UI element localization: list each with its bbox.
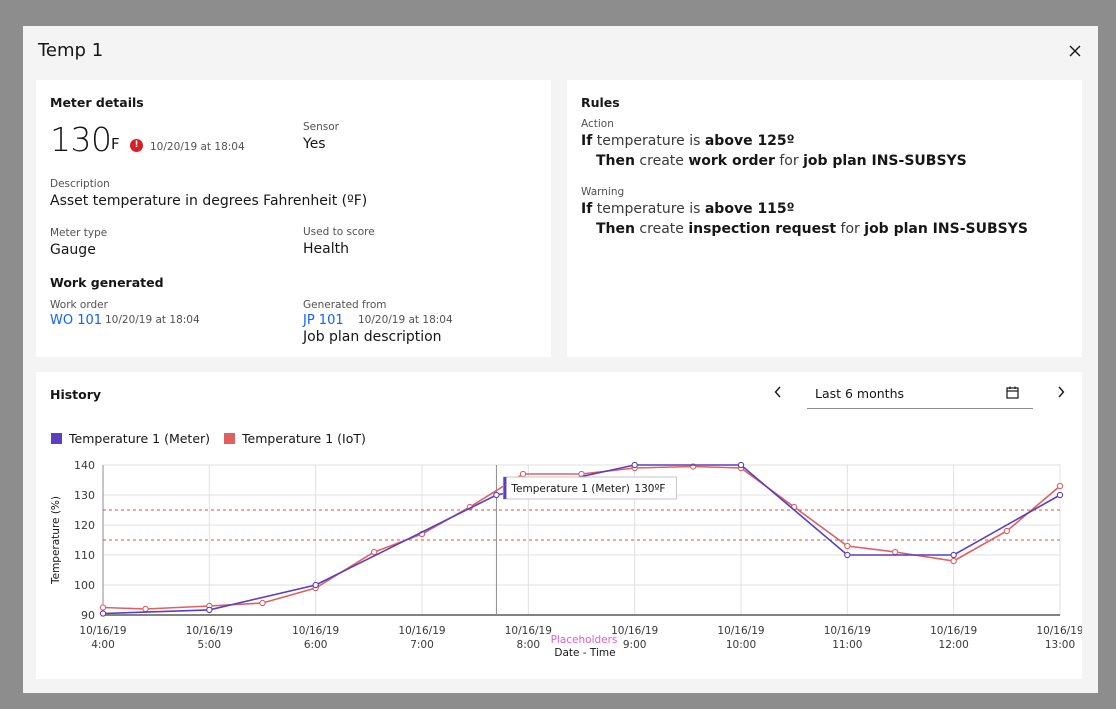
sensor-label: Sensor: [303, 121, 339, 133]
work-order-link[interactable]: WO 101: [50, 313, 102, 328]
generated-from-label: Generated from: [303, 299, 387, 311]
rule-warning-if: If temperature is above 115º: [581, 201, 795, 217]
data-point-meter: [206, 606, 213, 614]
tooltip-series: Temperature 1 (Meter): [510, 483, 629, 495]
close-icon: [1069, 45, 1081, 57]
data-point-meter: [493, 491, 500, 499]
y-tick-label: 90: [81, 609, 95, 622]
meter-timestamp: 10/20/19 at 18:04: [150, 141, 245, 153]
data-point-meter: [844, 551, 851, 559]
close-button[interactable]: [1064, 40, 1086, 62]
data-point-iot: [99, 604, 107, 611]
y-tick-label: 120: [74, 519, 95, 532]
meter-unit: F: [111, 135, 120, 153]
job-plan-description: Job plan description: [303, 329, 442, 345]
rule-action-label: Action: [581, 118, 614, 130]
y-axis-label: Temperature (%): [50, 496, 62, 585]
rules-card: Rules Action If temperature is above 125…: [567, 80, 1082, 357]
y-tick-label: 130: [74, 489, 95, 502]
data-point-iot: [950, 557, 957, 565]
data-point-meter: [312, 581, 319, 589]
sensor-value: Yes: [303, 136, 326, 152]
data-point-meter: [1056, 491, 1064, 499]
data-point-iot: [519, 470, 527, 478]
meter-details-title: Meter details: [50, 95, 144, 110]
data-point-iot: [1056, 482, 1064, 490]
work-generated-title: Work generated: [50, 275, 164, 290]
data-point-meter: [737, 461, 745, 469]
x-tick-label: 10/16/19 5:00: [186, 625, 233, 651]
x-tick-label: 10/16/19 10:00: [717, 625, 764, 651]
data-point-iot: [259, 599, 266, 607]
rule-warning-then: Then create inspection request for job p…: [596, 221, 1028, 237]
data-point-iot: [370, 548, 378, 556]
meter-value: 130: [50, 120, 112, 159]
placeholder-text: Placeholders: [551, 634, 618, 646]
data-point-meter: [950, 551, 957, 559]
data-point-iot: [1003, 527, 1010, 535]
y-tick-label: 140: [74, 459, 95, 472]
work-order-timestamp: 10/20/19 at 18:04: [105, 314, 200, 326]
x-tick-label: 10/16/19 6:00: [292, 625, 339, 651]
x-tick-label: 10/16/19 4:00: [79, 625, 126, 651]
data-point-iot: [844, 542, 851, 550]
generated-from-link[interactable]: JP 101: [303, 313, 344, 328]
x-tick-label: 10/16/19 8:00: [505, 625, 552, 651]
x-tick-label: 10/16/19 13:00: [1036, 625, 1082, 651]
y-tick-label: 110: [74, 549, 95, 562]
generated-from-timestamp: 10/20/19 at 18:04: [358, 314, 453, 326]
tooltip-value: 130ºF: [634, 483, 665, 495]
x-tick-label: 10/16/19 12:00: [930, 625, 977, 651]
rule-action-if: If temperature is above 125º: [581, 133, 795, 149]
data-point-meter: [99, 610, 107, 617]
data-point-meter: [631, 461, 638, 469]
x-tick-label: 10/16/19 11:00: [824, 625, 871, 651]
temp-modal: Temp 1 Meter details 130 F ! 10/20/19 at…: [23, 26, 1098, 693]
x-tick-label: 10/16/19 7:00: [398, 625, 445, 651]
history-card: History Last 6 months Temperature 1 (Met…: [36, 372, 1082, 679]
meter-type-label: Meter type: [50, 227, 108, 239]
description-label: Description: [50, 178, 110, 190]
y-tick-label: 100: [74, 579, 95, 592]
work-order-label: Work order: [50, 299, 108, 311]
rules-title: Rules: [581, 95, 620, 110]
used-to-score-label: Used to score: [303, 226, 375, 238]
modal-title: Temp 1: [38, 40, 104, 61]
meter-type-value: Gauge: [50, 242, 96, 258]
history-chart: 90 100 110 120 130 140 10/16/19 4:00 10/16/19 5:0…: [50, 459, 1082, 659]
x-tick-label: 10/16/19 9:00: [611, 625, 658, 651]
description-value: Asset temperature in degrees Fahrenheit …: [50, 193, 368, 209]
x-axis-label: Date - Time: [554, 647, 615, 659]
data-point-iot: [892, 548, 899, 556]
tooltip-accent: [503, 477, 507, 499]
rule-action-then: Then create work order for job plan INS-…: [596, 153, 967, 169]
rule-warning-label: Warning: [581, 186, 625, 198]
error-icon: !: [130, 139, 143, 152]
data-point-iot: [142, 605, 149, 613]
used-to-score-value: Health: [303, 241, 349, 257]
meter-details-card: Meter details 130 F ! 10/20/19 at 18:04 …: [36, 80, 551, 357]
